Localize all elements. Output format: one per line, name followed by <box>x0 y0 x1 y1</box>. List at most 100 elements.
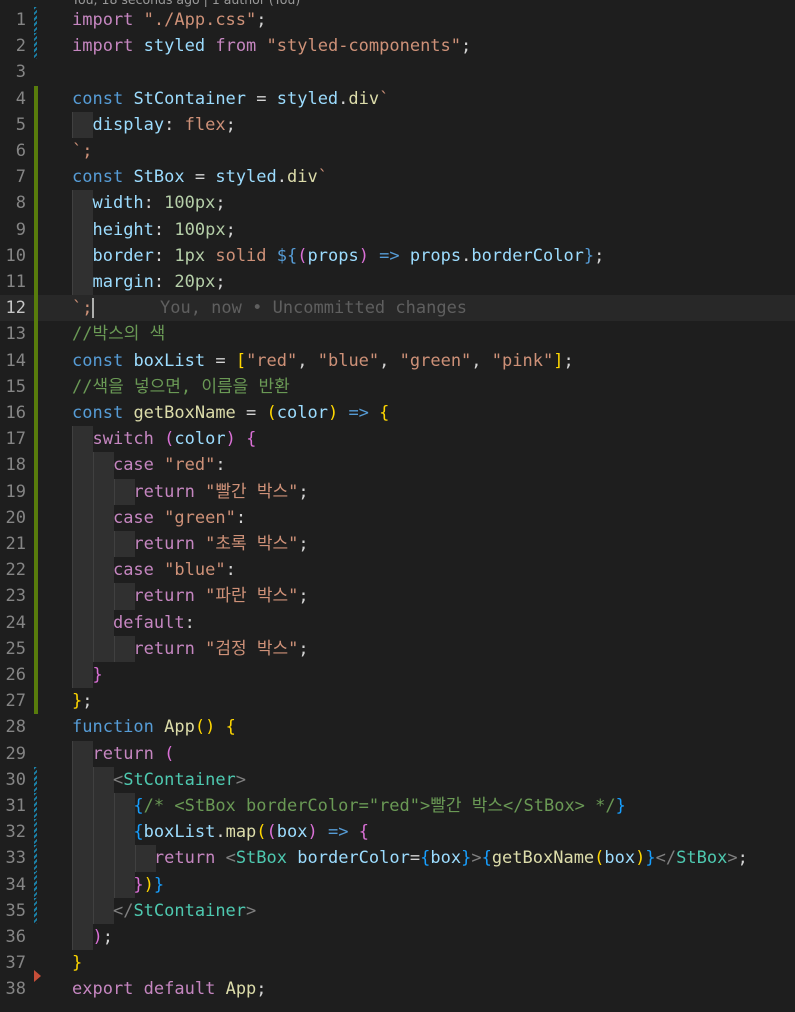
gutter-modified-marker[interactable] <box>34 662 38 689</box>
code-line-24: default: <box>112 612 195 633</box>
code-line-28: function App() { <box>72 717 236 738</box>
code-line-38: export default App; <box>72 979 267 1000</box>
gutter-modified-marker[interactable] <box>34 295 38 322</box>
code-line-13: //박스의 색 <box>72 324 166 345</box>
line-number: 36 <box>5 927 26 947</box>
code-line-29: return ( <box>92 743 175 764</box>
line-number: 2 <box>15 36 26 57</box>
gutter-modified-marker[interactable] <box>34 557 38 584</box>
line-number: 24 <box>5 612 26 633</box>
line-number: 6 <box>15 141 26 161</box>
gutter-added-marker[interactable] <box>34 819 37 846</box>
gutter-modified-marker[interactable] <box>34 373 38 400</box>
line-number: 35 <box>5 900 26 921</box>
code-line-36: ); <box>92 927 113 947</box>
code-line-26: } <box>92 665 103 685</box>
code-line-30: <StContainer> <box>112 769 247 790</box>
line-number: 28 <box>5 717 26 738</box>
line-number: 16 <box>5 403 26 423</box>
code-editor[interactable]: You, 18 seconds ago | 1 author (You) 123… <box>0 0 795 1012</box>
line-number: 19 <box>5 481 26 502</box>
line-number: 5 <box>15 114 26 135</box>
line-number: 38 <box>5 979 26 1000</box>
gutter-modified-marker[interactable] <box>34 85 38 112</box>
code-line-25: return "검정 박스"; <box>133 638 309 659</box>
line-number: 25 <box>5 638 26 659</box>
gutter-modified-marker[interactable] <box>34 269 38 296</box>
code-line-9: height: 100px; <box>92 219 236 240</box>
gutter-added-marker[interactable] <box>34 793 37 820</box>
inline-blame: You, now • Uncommitted changes <box>160 298 468 319</box>
code-line-14: const boxList = ["red", "blue", "green",… <box>72 350 574 371</box>
gutter-added-marker[interactable] <box>34 845 37 872</box>
line-number: 18 <box>5 455 26 476</box>
code-line-31: {/* <StBox borderColor="red">빨간 박스</StBo… <box>133 796 626 816</box>
code-line-33: return <StBox borderColor={box}>{getBoxN… <box>153 848 748 869</box>
line-number: 1 <box>15 10 26 30</box>
line-number: 13 <box>5 324 26 345</box>
code-line-22: case "blue": <box>112 560 236 581</box>
code-line-34: })} <box>133 874 165 895</box>
editor-line[interactable]: 3 <box>0 59 795 85</box>
gutter-modified-marker[interactable] <box>34 504 38 531</box>
gutter-modified-marker[interactable] <box>34 452 38 479</box>
line-number: 4 <box>15 88 26 109</box>
gutter-modified-marker[interactable] <box>34 583 38 610</box>
gutter-added-marker[interactable] <box>34 897 37 924</box>
editor-line[interactable]: 37 <box>0 950 795 983</box>
gutter-modified-marker[interactable] <box>34 347 38 374</box>
gutter-added-marker[interactable] <box>34 766 37 793</box>
gutter-added-marker[interactable] <box>34 33 37 60</box>
code-line-16: const getBoxName = (color) => { <box>72 403 390 423</box>
editor-line[interactable]: 26 <box>0 662 795 689</box>
line-number: 12 <box>5 298 26 319</box>
line-number: 11 <box>5 272 26 292</box>
code-line-20: case "green": <box>112 507 247 528</box>
gutter-modified-marker[interactable] <box>34 242 38 269</box>
line-number: 34 <box>5 874 26 895</box>
code-line-21: return "초록 박스"; <box>133 534 309 554</box>
code-line-19: return "빨간 박스"; <box>133 481 309 502</box>
code-line-32: {boxList.map((box) => { <box>133 822 369 843</box>
code-line-37: } <box>72 953 83 974</box>
code-line-27: }; <box>72 691 93 712</box>
editor-line[interactable]: 6 <box>0 138 795 165</box>
line-number: 33 <box>5 848 26 869</box>
code-line-6: `; <box>72 141 93 161</box>
editor-line[interactable]: 27 <box>0 688 795 715</box>
gutter-modified-marker[interactable] <box>34 321 38 348</box>
code-line-5: display: flex; <box>92 114 236 135</box>
line-number: 9 <box>15 219 26 240</box>
line-number: 14 <box>5 350 26 371</box>
line-number: 29 <box>5 743 26 764</box>
gutter-modified-marker[interactable] <box>34 138 38 165</box>
code-line-15: //색을 넣으면, 이름을 반환 <box>72 376 290 397</box>
gutter-modified-marker[interactable] <box>34 111 38 138</box>
line-number: 22 <box>5 560 26 581</box>
gutter-modified-marker[interactable] <box>34 635 38 662</box>
code-line-10: border: 1px solid ${(props) => props.bor… <box>92 245 605 266</box>
line-number: 32 <box>5 822 26 843</box>
code-line-18: case "red": <box>112 455 226 476</box>
gutter-modified-marker[interactable] <box>34 478 38 505</box>
gutter-modified-marker[interactable] <box>34 609 38 636</box>
editor-line[interactable]: 36 <box>0 924 795 951</box>
text-cursor <box>92 298 95 319</box>
line-number: 30 <box>5 769 26 790</box>
gutter-modified-marker[interactable] <box>34 426 38 453</box>
gutter-added-marker[interactable] <box>34 871 37 898</box>
code-line-11: margin: 20px; <box>92 272 226 292</box>
line-number: 26 <box>5 665 26 685</box>
code-line-4: const StContainer = styled.div` <box>72 88 390 109</box>
gutter-modified-marker[interactable] <box>34 688 38 715</box>
code-line-12: `; <box>72 298 95 319</box>
gutter-modified-marker[interactable] <box>34 216 38 243</box>
gutter-added-marker[interactable] <box>34 7 37 34</box>
code-line-8: width: 100px; <box>92 193 226 214</box>
code-line-23: return "파란 박스"; <box>133 586 309 607</box>
gutter-modified-marker[interactable] <box>34 531 38 558</box>
gutter-modified-marker[interactable] <box>34 190 38 217</box>
gutter-modified-marker[interactable] <box>34 164 38 191</box>
line-number: 20 <box>5 507 26 528</box>
gutter-modified-marker[interactable] <box>34 400 38 427</box>
